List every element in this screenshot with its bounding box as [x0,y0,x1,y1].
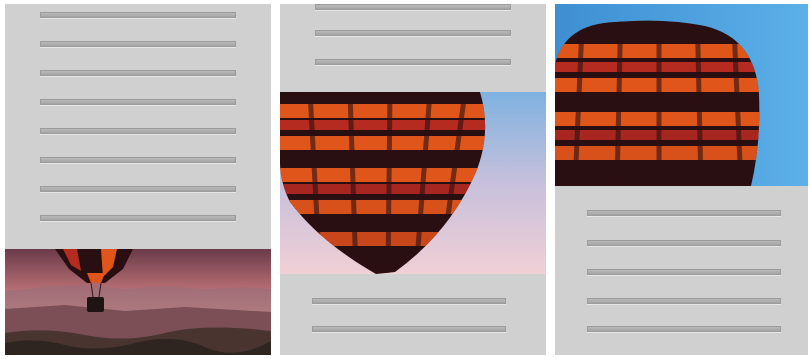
placeholder-text-line [587,240,781,246]
placeholder-text-line [40,99,236,105]
panel-middle [280,4,546,355]
panel-right [555,4,808,355]
placeholder-text-line [315,4,511,10]
placeholder-text-line [315,59,511,65]
placeholder-text-line [312,298,506,304]
placeholder-text-line [587,210,781,216]
balloon-envelope-top-photo [555,4,808,186]
placeholder-text-line [312,326,506,332]
placeholder-text-line [40,128,236,134]
placeholder-text-line [315,30,511,36]
balloon-envelope-closeup-photo [280,92,546,274]
placeholder-text-line [40,12,236,18]
panel-left [5,4,271,355]
placeholder-text-line [40,70,236,76]
placeholder-text-line [587,326,781,332]
balloon-landscape-photo [5,249,271,355]
placeholder-text-line [40,186,236,192]
placeholder-text-line [40,41,236,47]
placeholder-text-line [40,157,236,163]
placeholder-text-line [587,298,781,304]
placeholder-text-line [587,269,781,275]
placeholder-text-line [40,215,236,221]
